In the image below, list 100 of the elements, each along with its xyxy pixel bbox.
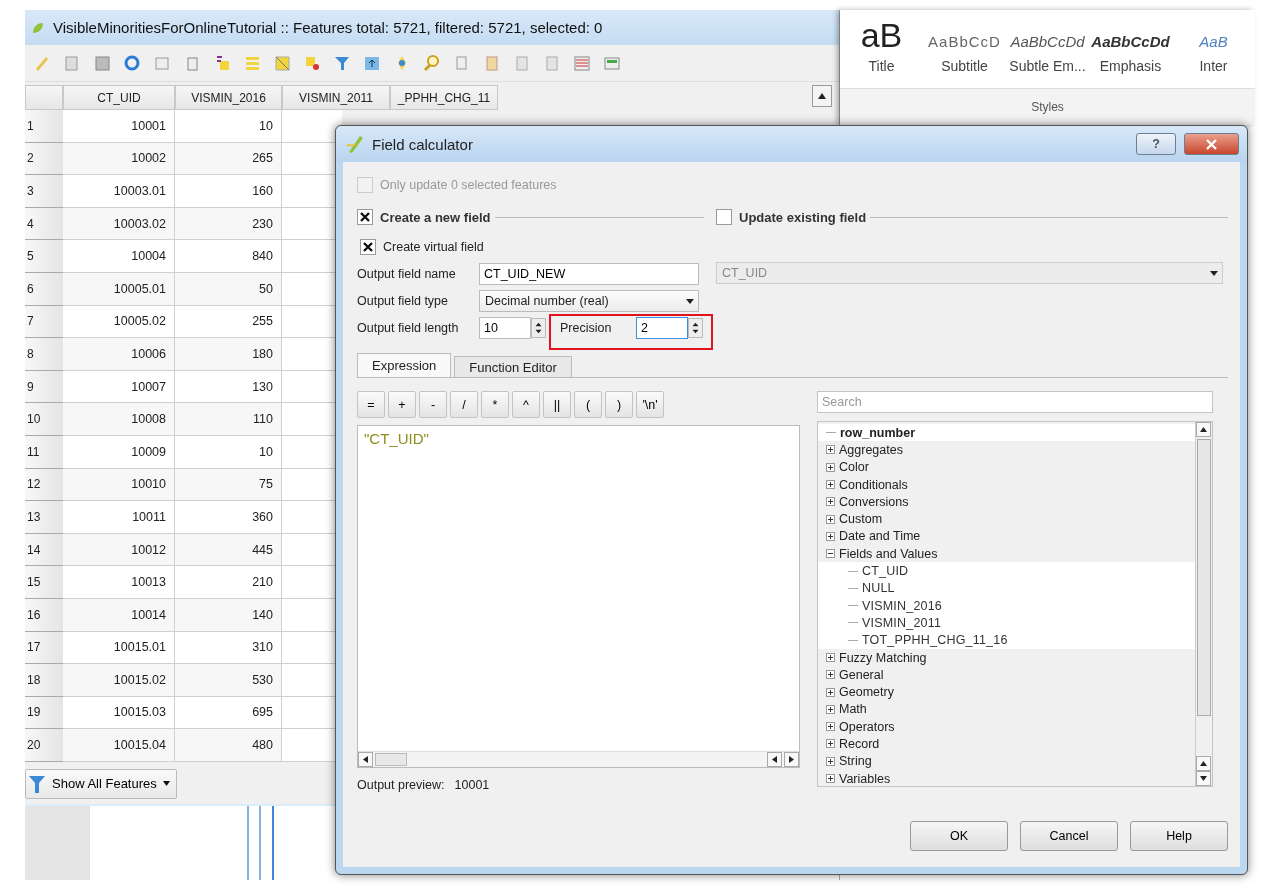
expression-editor[interactable]: "CT_UID" bbox=[357, 425, 800, 768]
expand-icon[interactable] bbox=[826, 774, 835, 784]
filter-button[interactable]: Show All Features bbox=[25, 768, 177, 799]
tree-item[interactable]: Record bbox=[839, 737, 880, 751]
row-header[interactable]: 15 bbox=[25, 566, 63, 599]
scroll-thumb[interactable] bbox=[1197, 439, 1211, 716]
tree-item[interactable]: Fuzzy Matching bbox=[839, 650, 927, 665]
close-button[interactable] bbox=[1184, 133, 1239, 155]
checkbox[interactable] bbox=[357, 209, 373, 225]
collapse-icon[interactable] bbox=[826, 549, 835, 559]
form-icon[interactable] bbox=[603, 54, 621, 72]
type-dropdown[interactable]: Decimal number (real) bbox=[479, 290, 699, 312]
operator-button[interactable]: * bbox=[481, 391, 509, 418]
tree-item[interactable]: row_number bbox=[840, 425, 915, 440]
expand-icon[interactable] bbox=[826, 687, 835, 697]
row-header[interactable]: 6 bbox=[25, 272, 63, 306]
precision-field[interactable]: 2 bbox=[636, 317, 688, 339]
row-header[interactable]: 4 bbox=[25, 207, 63, 241]
row-header[interactable]: 13 bbox=[25, 501, 63, 534]
tree-item[interactable]: Color bbox=[839, 460, 869, 475]
tree-item[interactable]: Geometry bbox=[839, 685, 894, 700]
search-field[interactable]: Search bbox=[817, 391, 1213, 413]
row-header[interactable]: 18 bbox=[25, 664, 63, 697]
tree-item[interactable]: Operators bbox=[839, 719, 895, 734]
help-button[interactable]: ? bbox=[1136, 133, 1176, 155]
name-field[interactable]: CT_UID_NEW bbox=[479, 263, 699, 285]
row-header[interactable]: 8 bbox=[25, 338, 63, 371]
tab[interactable]: Function Editor bbox=[454, 356, 572, 377]
expand-icon[interactable] bbox=[826, 462, 835, 472]
column-header[interactable]: VISMIN_2011 bbox=[282, 85, 390, 110]
operator-button[interactable]: '\n' bbox=[636, 391, 664, 418]
style-option[interactable]: AaB Inter bbox=[1172, 10, 1255, 88]
tree-item[interactable]: String bbox=[839, 754, 872, 769]
operator-button[interactable]: ( bbox=[574, 391, 602, 418]
tree-item[interactable]: Math bbox=[839, 702, 867, 717]
length-field[interactable]: 10 bbox=[479, 317, 531, 339]
row-header[interactable]: 19 bbox=[25, 696, 63, 730]
scroll-up-button[interactable] bbox=[1196, 756, 1211, 771]
tree-item[interactable]: VISMIN_2011 bbox=[862, 615, 942, 630]
expand-icon[interactable] bbox=[826, 480, 835, 490]
operator-button[interactable]: = bbox=[357, 391, 385, 418]
expand-icon[interactable] bbox=[826, 531, 835, 541]
dialog-button[interactable]: Help bbox=[1130, 821, 1228, 851]
expand-icon[interactable] bbox=[826, 704, 835, 714]
checkbox[interactable] bbox=[716, 209, 732, 225]
tree-item[interactable]: Fields and Values bbox=[839, 546, 938, 561]
row-header[interactable]: 5 bbox=[25, 240, 63, 273]
move-top-icon[interactable] bbox=[363, 54, 381, 72]
scroll-thumb[interactable] bbox=[375, 753, 407, 766]
row-header[interactable]: 3 bbox=[25, 175, 63, 208]
scroll-right-button[interactable] bbox=[784, 752, 799, 767]
expand-icon[interactable] bbox=[826, 653, 835, 662]
operator-button[interactable]: - bbox=[419, 391, 447, 418]
column-header[interactable]: CT_UID bbox=[63, 85, 175, 110]
deselect-icon[interactable] bbox=[303, 54, 321, 72]
style-option[interactable]: AaBbCcDd Subtle Em... bbox=[1006, 10, 1089, 88]
tree-item[interactable]: Conditionals bbox=[839, 477, 908, 492]
scroll-up-button[interactable] bbox=[812, 85, 832, 107]
expand-icon[interactable] bbox=[826, 670, 835, 680]
dialog-button[interactable]: Cancel bbox=[1020, 821, 1118, 851]
row-header[interactable]: 2 bbox=[25, 142, 63, 176]
operator-button[interactable]: ) bbox=[605, 391, 633, 418]
scroll-left-button[interactable] bbox=[358, 752, 373, 767]
row-header[interactable]: 16 bbox=[25, 598, 63, 632]
expand-icon[interactable] bbox=[826, 445, 835, 455]
tree-item[interactable]: VISMIN_2016 bbox=[862, 598, 943, 613]
tree-item[interactable]: CT_UID bbox=[862, 564, 909, 578]
row-header[interactable]: 17 bbox=[25, 631, 63, 665]
column-header[interactable]: VISMIN_2016 bbox=[175, 85, 282, 110]
tree-item[interactable]: Custom bbox=[839, 512, 883, 527]
row-header[interactable]: 12 bbox=[25, 468, 63, 502]
row-header[interactable]: 7 bbox=[25, 305, 63, 339]
column-header[interactable]: _PPHH_CHG_11 bbox=[390, 85, 498, 110]
checkbox[interactable] bbox=[360, 239, 376, 255]
refresh-icon[interactable] bbox=[123, 54, 141, 72]
row-header[interactable]: 20 bbox=[25, 729, 63, 762]
operator-button[interactable]: / bbox=[450, 391, 478, 418]
expand-icon[interactable] bbox=[826, 739, 835, 749]
operator-button[interactable]: + bbox=[388, 391, 416, 418]
spin-arrows-icon[interactable] bbox=[531, 318, 546, 338]
tree-item[interactable]: Date and Time bbox=[839, 529, 921, 544]
row-header[interactable]: 11 bbox=[25, 435, 63, 469]
expand-icon[interactable] bbox=[826, 497, 835, 507]
row-header[interactable]: 10 bbox=[25, 403, 63, 436]
row-header[interactable]: 9 bbox=[25, 370, 63, 404]
style-option[interactable]: AaBbCcD Subtitle bbox=[923, 10, 1006, 88]
operator-button[interactable]: ^ bbox=[512, 391, 540, 418]
expand-icon[interactable] bbox=[826, 722, 835, 732]
operator-button[interactable]: || bbox=[543, 391, 571, 418]
style-option[interactable]: aB Title bbox=[840, 10, 923, 88]
scroll-up-button[interactable] bbox=[1196, 422, 1211, 437]
expand-icon[interactable] bbox=[826, 514, 835, 524]
tree-item[interactable]: General bbox=[839, 667, 884, 682]
spin-arrows-icon[interactable] bbox=[688, 318, 703, 338]
style-option[interactable]: AaBbCcDd Emphasis bbox=[1089, 10, 1172, 88]
scroll-down-button[interactable] bbox=[1196, 771, 1211, 786]
row-header[interactable]: 1 bbox=[25, 110, 63, 143]
tree-item[interactable]: Aggregates bbox=[839, 442, 903, 457]
scroll-left-button[interactable] bbox=[767, 752, 782, 767]
filter-icon[interactable] bbox=[333, 54, 351, 72]
